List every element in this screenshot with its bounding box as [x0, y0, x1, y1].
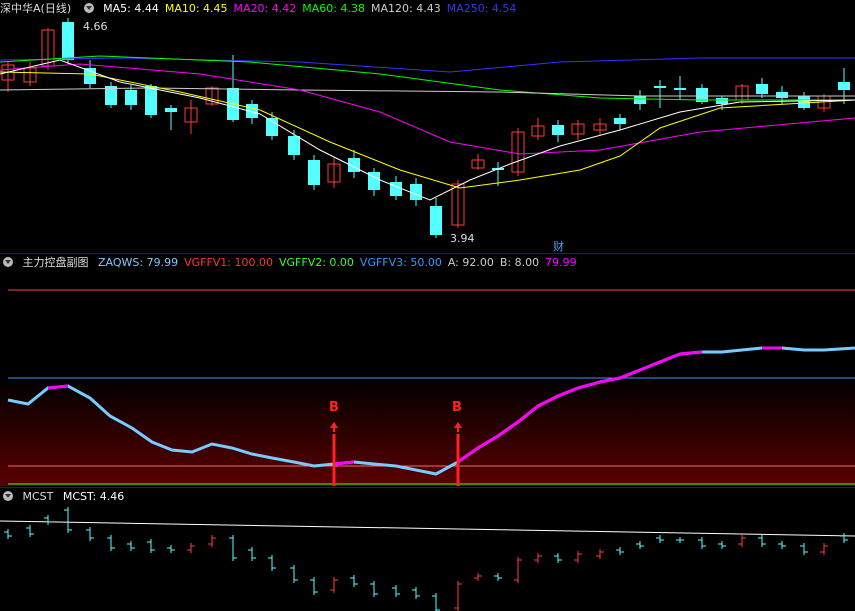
- indicator-value: MA250: 4.54: [446, 2, 517, 15]
- indicator-value: VGFFV3: 50.00: [359, 256, 442, 269]
- dropdown-icon[interactable]: [3, 491, 13, 501]
- candlestick-chart[interactable]: [0, 0, 855, 252]
- indicator-title: 主力控盘副图: [22, 256, 89, 269]
- candle-body-down: [634, 96, 646, 104]
- mcst-chart[interactable]: [0, 488, 855, 611]
- indicator-value: 79.99: [545, 256, 577, 269]
- candle-body-down: [308, 160, 320, 185]
- ma250-line: [0, 57, 855, 73]
- main-chart-panel[interactable]: 深中华A(日线) MA5: 4.44 MA10: 4.45 MA20: 4.42 MA…: [0, 0, 855, 254]
- indicator-value: MA60: 4.38: [302, 2, 365, 15]
- mcst-panel[interactable]: MCST MCST: 4.46: [0, 488, 855, 611]
- candle-body-down: [145, 86, 157, 115]
- indicator-value: ZAQWS: 79.99: [98, 256, 179, 269]
- indicator-panel[interactable]: 主力控盘副图 ZAQWS: 79.99 VGFFV1: 100.00 VGFFV2:…: [0, 254, 855, 486]
- indicator-value: MCST: 4.46: [62, 490, 125, 503]
- indicator-value: VGFFV1: 100.00: [184, 256, 273, 269]
- candle-body-down: [776, 92, 788, 98]
- low-price-label: 3.94: [450, 232, 475, 245]
- mcst-title: MCST: [22, 490, 54, 503]
- candle-body-down: [716, 98, 728, 104]
- main-panel-header: 深中华A(日线) MA5: 4.44 MA10: 4.45 MA20: 4.42 MA…: [0, 0, 855, 18]
- candle-body-down: [614, 118, 626, 124]
- candle-body-down: [552, 125, 564, 135]
- ma20-line: [0, 63, 855, 155]
- ma-indicator-list: MA5: 4.44 MA10: 4.45 MA20: 4.42 MA60: 4.38 M…: [103, 2, 522, 15]
- buy-signal-label-2: B: [452, 400, 462, 415]
- candle-body-down: [165, 108, 177, 112]
- candle-body-down: [125, 90, 137, 105]
- indicator-value: VGFFV2: 0.00: [279, 256, 354, 269]
- indicator-value: MA10: 4.45: [164, 2, 228, 15]
- candle-body-down: [288, 136, 300, 155]
- candle-body-down: [390, 182, 402, 196]
- candle-body-down: [798, 96, 810, 108]
- dropdown-icon[interactable]: [3, 257, 13, 267]
- indicator-value: A: 92.00: [447, 256, 494, 269]
- indicator-value-list: ZAQWS: 79.99 VGFFV1: 100.00 VGFFV2: 0.00 VG…: [98, 256, 583, 269]
- indicator-panel-header: 主力控盘副图 ZAQWS: 79.99 VGFFV1: 100.00 VGFFV2:…: [0, 254, 855, 272]
- dropdown-icon[interactable]: [83, 3, 94, 13]
- financial-report-marker[interactable]: 财: [553, 238, 564, 254]
- mcst-panel-header: MCST MCST: 4.46: [0, 488, 855, 506]
- indicator-value: MA120: 4.43: [370, 2, 441, 15]
- candle-body-down: [756, 84, 768, 94]
- zaqws-rising-segment: [333, 460, 355, 466]
- candle-body-down: [838, 82, 850, 90]
- high-price-label: 4.66: [83, 20, 108, 33]
- security-title: 深中华A(日线): [0, 2, 72, 15]
- candle-body-down: [654, 86, 666, 88]
- indicator-value: B: 8.00: [499, 256, 540, 269]
- mcst-line: [0, 520, 855, 537]
- candle-body-down: [62, 22, 74, 60]
- candle-body-down: [430, 206, 442, 235]
- indicator-chart[interactable]: [0, 254, 855, 486]
- buy-signal-label-1: B: [329, 400, 339, 415]
- candle-body-down: [84, 68, 96, 84]
- mcst-value-list: MCST: 4.46: [63, 490, 130, 503]
- candle-body-down: [410, 184, 422, 200]
- low-zone-background: [0, 378, 855, 486]
- candle-body-down: [674, 88, 686, 90]
- indicator-value: MA5: 4.44: [103, 2, 159, 15]
- indicator-value: MA20: 4.42: [233, 2, 297, 15]
- zaqws-rising-segment: [47, 384, 69, 390]
